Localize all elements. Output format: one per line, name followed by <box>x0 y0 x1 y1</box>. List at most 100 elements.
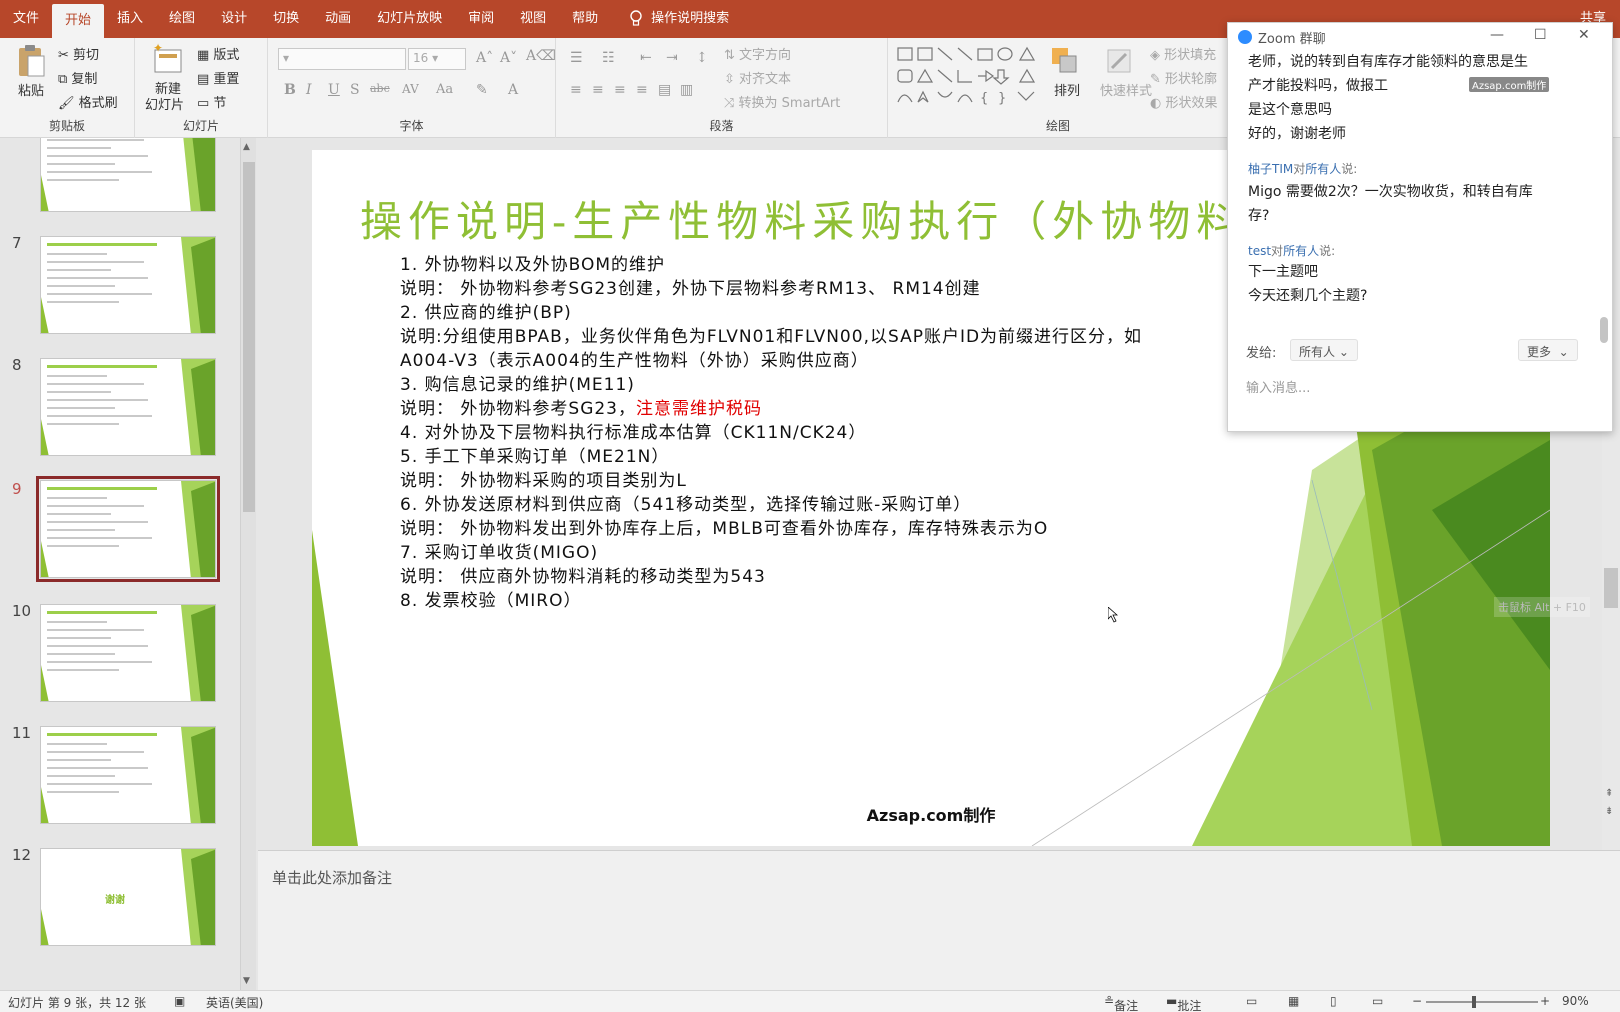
increase-indent-button[interactable]: ⇥ <box>666 50 678 66</box>
slide-thumbnail[interactable] <box>40 236 216 334</box>
tab-help[interactable]: 帮助 <box>559 0 611 38</box>
zoom-level[interactable]: 90% <box>1562 994 1589 1008</box>
scroll-thumb[interactable] <box>243 162 255 512</box>
normal-view-icon[interactable]: ▭ <box>1246 994 1257 1008</box>
minimize-icon[interactable]: — <box>1490 27 1504 43</box>
zoom-in-icon[interactable]: + <box>1540 994 1550 1008</box>
align-text-button[interactable]: ⇳ 对齐文本 <box>724 68 791 87</box>
convert-smartart-button[interactable]: ⤨ 转换为 SmartArt <box>724 92 840 111</box>
sender-name[interactable]: 柚子TIM <box>1248 162 1293 176</box>
notes-toggle[interactable]: ≗ 备注 <box>1104 994 1138 1012</box>
next-slide-icon[interactable]: ⇟ <box>1605 806 1613 817</box>
sender-name[interactable]: test <box>1248 244 1271 258</box>
align-center-button[interactable]: ≡ <box>592 82 604 98</box>
cut-button[interactable]: ✂ 剪切 <box>58 44 99 63</box>
paste-label[interactable]: 粘贴 <box>18 80 44 99</box>
new-slide-icon[interactable]: ✦ <box>151 42 185 76</box>
tab-draw[interactable]: 绘图 <box>156 0 208 38</box>
bold-button[interactable]: B <box>284 82 296 98</box>
tab-home[interactable]: 开始 <box>52 4 105 38</box>
change-case-button[interactable]: Aa <box>436 82 453 97</box>
font-size-combo[interactable]: 16 ▾ <box>408 48 466 70</box>
underline-button[interactable]: U <box>328 82 340 98</box>
slide-thumbnail-end[interactable]: 谢谢 <box>40 848 216 946</box>
slideshow-icon[interactable]: ▭ <box>1372 994 1383 1008</box>
quick-styles-label[interactable]: 快速样式 <box>1100 80 1152 99</box>
justify-button[interactable]: ≡ <box>636 82 648 98</box>
chat-message: 好的，谢谢老师 <box>1248 126 1346 142</box>
shape-outline-button[interactable]: ✎ 形状轮廓 <box>1150 68 1217 87</box>
new-slide-label-2[interactable]: 幻灯片 <box>145 94 184 113</box>
format-painter-button[interactable]: 🖌 格式刷 <box>58 92 118 111</box>
slide-thumbnail[interactable] <box>40 138 216 212</box>
maximize-icon[interactable]: ☐ <box>1534 27 1547 43</box>
tab-insert[interactable]: 插入 <box>104 0 156 38</box>
reset-button[interactable]: ▤ 重置 <box>197 68 239 87</box>
language-indicator[interactable]: 英语(美国) <box>206 994 263 1011</box>
slide-thumbnail-selected[interactable] <box>36 476 220 582</box>
italic-button[interactable]: I <box>306 82 312 98</box>
slide-thumbnail[interactable] <box>40 358 216 456</box>
send-to-dropdown[interactable]: 所有人 ⌄ <box>1290 339 1358 361</box>
zoom-slider[interactable] <box>1426 1001 1538 1003</box>
chat-titlebar[interactable]: Zoom 群聊 <box>1228 23 1614 51</box>
zoom-out-icon[interactable]: − <box>1412 994 1422 1008</box>
arrange-icon[interactable] <box>1048 44 1082 78</box>
tell-me-search[interactable]: 操作说明搜索 <box>611 0 729 38</box>
arrange-label[interactable]: 排列 <box>1054 80 1080 99</box>
slide-thumbnail[interactable] <box>40 726 216 824</box>
editor-scroll-thumb[interactable] <box>1604 568 1618 608</box>
clear-format-button[interactable]: A⌫ <box>526 48 556 64</box>
spellcheck-icon[interactable]: ▣ <box>174 994 185 1008</box>
columns-button[interactable]: ▥ <box>680 82 693 98</box>
chat-input[interactable]: 输入消息... <box>1246 377 1310 396</box>
grow-font-button[interactable]: A˄ <box>476 50 493 66</box>
char-spacing-button[interactable]: AV <box>402 82 419 96</box>
shape-fill-button[interactable]: ◈ 形状填充 <box>1150 44 1216 63</box>
font-family-combo[interactable]: ▾ <box>278 48 406 70</box>
zoom-slider-thumb[interactable] <box>1472 996 1476 1008</box>
highlight-button[interactable]: ✎ <box>476 82 488 98</box>
bullets-button[interactable]: ☰ <box>570 50 583 66</box>
shadow-button[interactable]: S <box>350 82 360 98</box>
tab-design[interactable]: 设计 <box>208 0 260 38</box>
paste-icon[interactable] <box>16 44 46 78</box>
reading-view-icon[interactable]: ▯ <box>1330 994 1337 1008</box>
layout-button[interactable]: ▦ 版式 <box>197 44 239 63</box>
font-color-button[interactable]: A <box>508 82 518 98</box>
notes-placeholder[interactable]: 单击此处添加备注 <box>272 867 392 888</box>
copy-button[interactable]: ⧉ 复制 <box>58 68 97 87</box>
distributed-button[interactable]: ▤ <box>658 82 671 98</box>
comments-toggle[interactable]: ▬ 批注 <box>1166 994 1201 1012</box>
align-left-button[interactable]: ≡ <box>570 82 582 98</box>
decrease-indent-button[interactable]: ⇤ <box>640 50 652 66</box>
tab-slideshow[interactable]: 幻灯片放映 <box>364 0 455 38</box>
notes-pane[interactable]: 单击此处添加备注 <box>258 850 1620 990</box>
slide-sorter-icon[interactable]: ▦ <box>1288 994 1299 1008</box>
tab-view[interactable]: 视图 <box>507 0 559 38</box>
quick-styles-icon[interactable] <box>1102 44 1136 78</box>
scroll-down-arrow-icon[interactable]: ▼ <box>243 976 250 986</box>
line-spacing-button[interactable]: ↕ <box>696 50 708 66</box>
strikethrough-button[interactable]: abc <box>370 82 390 95</box>
slide-thumbnail[interactable] <box>40 604 216 702</box>
shrink-font-button[interactable]: A˅ <box>500 50 517 66</box>
align-right-button[interactable]: ≡ <box>614 82 626 98</box>
chat-scrollbar[interactable] <box>1600 53 1608 353</box>
tab-animations[interactable]: 动画 <box>312 0 364 38</box>
text-direction-button[interactable]: ⇅ 文字方向 <box>724 44 791 63</box>
scroll-up-arrow-icon[interactable]: ▲ <box>243 142 250 152</box>
tab-review[interactable]: 审阅 <box>455 0 507 38</box>
slide-title[interactable]: 操作说明-生产性物料采购执行（外协物料） <box>360 188 1292 249</box>
tab-transitions[interactable]: 切换 <box>260 0 312 38</box>
shape-effects-button[interactable]: ◐ 形状效果 <box>1150 92 1218 111</box>
close-icon[interactable]: ✕ <box>1578 27 1590 43</box>
more-dropdown[interactable]: 更多 ⌄ <box>1518 339 1578 361</box>
shapes-gallery[interactable]: {} <box>894 44 1044 108</box>
thumbnail-text-line <box>47 399 148 401</box>
prev-slide-icon[interactable]: ⇞ <box>1605 788 1613 799</box>
tab-file[interactable]: 文件 <box>0 0 52 38</box>
thumbnails-scrollbar[interactable]: ▲ ▼ <box>240 138 256 990</box>
numbering-button[interactable]: ☷ <box>602 50 615 66</box>
section-button[interactable]: ▭ 节 <box>197 92 226 111</box>
